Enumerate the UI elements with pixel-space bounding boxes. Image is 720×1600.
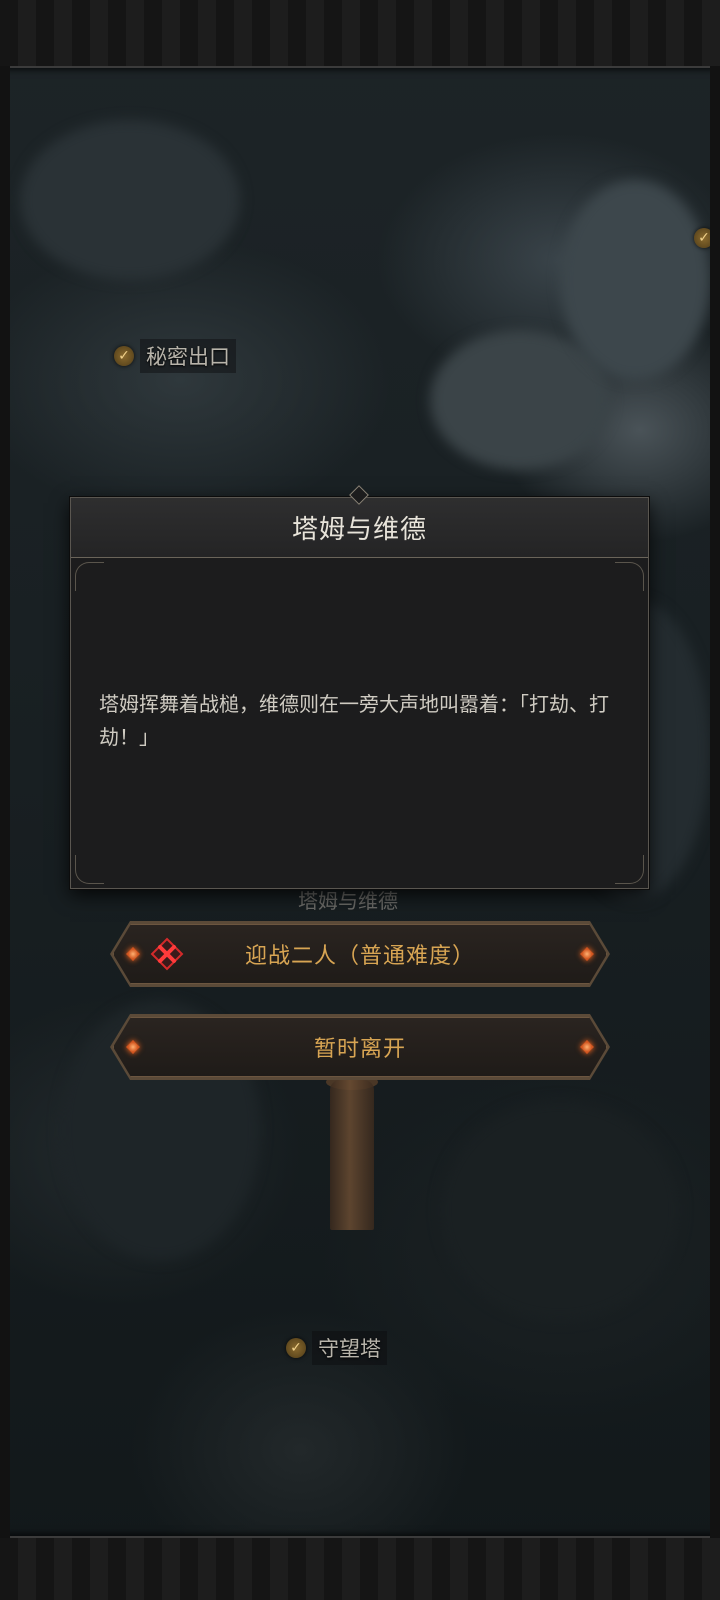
fight-button[interactable]: 迎战二人（普通难度） xyxy=(113,924,607,984)
left-frame-edge xyxy=(0,66,10,1538)
map-marker-label: 秘密出口 xyxy=(140,339,236,373)
map-rock xyxy=(20,120,240,280)
crossed-swords-icon xyxy=(150,937,184,971)
map-rock xyxy=(560,180,710,380)
ornament-corner xyxy=(75,855,104,884)
leave-button[interactable]: 暂时离开 xyxy=(113,1017,607,1077)
fight-button-label: 迎战二人（普通难度） xyxy=(244,944,475,969)
check-icon: ✓ xyxy=(114,346,134,366)
map-marker-watchtower[interactable]: ✓ 守望塔 xyxy=(286,1331,387,1365)
bottom-frame xyxy=(0,1536,720,1600)
ornament-corner xyxy=(615,562,644,591)
map-marker-label: 守望塔 xyxy=(312,1331,387,1365)
map-node-label: 塔姆与维德 xyxy=(298,889,398,913)
right-frame-edge xyxy=(710,66,720,1538)
event-dialog: 塔姆与维德 塔姆挥舞着战槌，维德则在一旁大声地叫嚣着：「打劫、打劫！」 xyxy=(70,497,649,889)
ornament-corner xyxy=(615,855,644,884)
watchtower-structure xyxy=(330,1080,374,1230)
dialog-body-text: 塔姆挥舞着战槌，维德则在一旁大声地叫嚣着：「打劫、打劫！」 xyxy=(99,692,609,749)
map-marker-secret-exit[interactable]: ✓ 秘密出口 xyxy=(114,339,236,373)
top-frame xyxy=(0,0,720,68)
map-rock xyxy=(440,1100,680,1320)
dialog-title: 塔姆与维德 xyxy=(71,498,648,558)
leave-button-label: 暂时离开 xyxy=(313,1037,406,1062)
check-icon: ✓ xyxy=(286,1338,306,1358)
ornament-corner xyxy=(75,562,104,591)
